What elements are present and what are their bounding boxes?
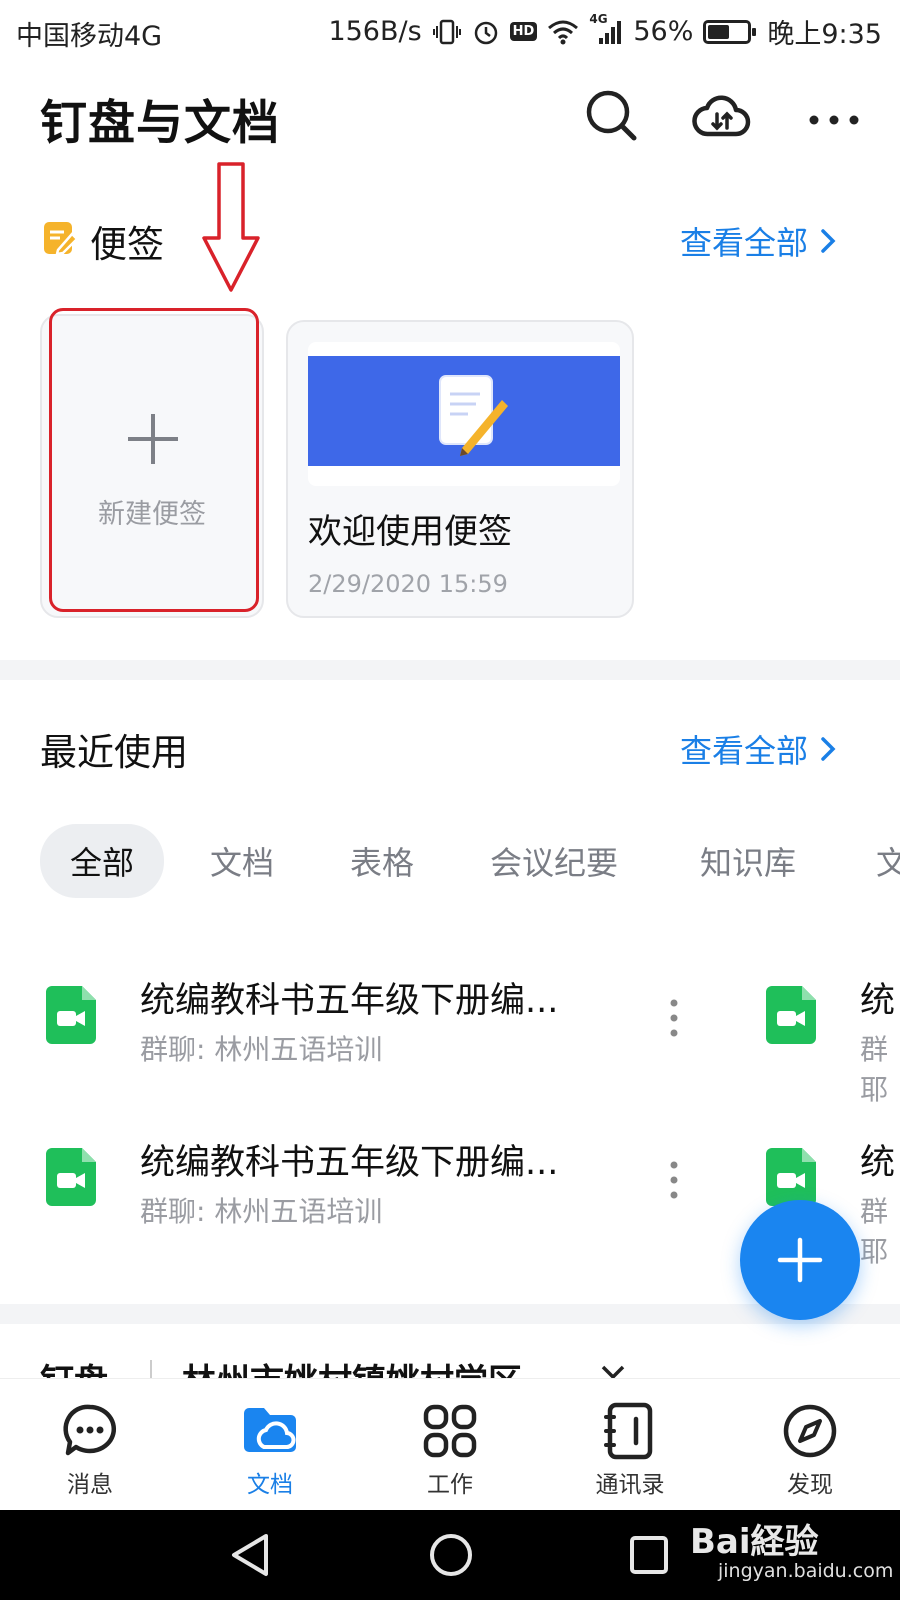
nav-item-messages[interactable]: 消息 xyxy=(0,1379,180,1511)
hd-badge: HD xyxy=(509,22,538,41)
video-doc-icon xyxy=(46,1148,96,1206)
peek-doc-subtitle: 群耶 xyxy=(860,1033,889,1106)
network-speed: 156B/s xyxy=(328,16,422,47)
nav-label: 发现 xyxy=(787,1472,833,1498)
plus-icon xyxy=(777,1237,823,1283)
signal-icon: 4G xyxy=(589,12,623,46)
nav-item-contacts[interactable]: 通讯录 xyxy=(540,1379,720,1511)
item-more-icon[interactable] xyxy=(670,998,678,1038)
drive-label: 钉盘 xyxy=(40,1354,108,1378)
video-doc-icon xyxy=(766,986,816,1044)
recent-see-all-label: 查看全部 xyxy=(680,732,809,770)
vibrate-icon xyxy=(432,19,461,44)
tab-meeting-notes[interactable]: 会议纪要 xyxy=(490,838,618,884)
chevron-right-icon xyxy=(821,737,836,761)
note-thumbnail xyxy=(308,342,620,486)
nav-label: 消息 xyxy=(67,1472,113,1498)
note-date: 2/29/2020 15:59 xyxy=(308,570,508,598)
nav-item-work[interactable]: 工作 xyxy=(360,1379,540,1511)
list-item[interactable]: 统编教科书五年级下册编... 群聊: 林州五语培训 统 群耶 xyxy=(0,950,900,1106)
search-icon[interactable] xyxy=(582,86,642,146)
peek-doc-subtitle: 群耶 xyxy=(860,1195,889,1268)
cloud-transfer-icon[interactable] xyxy=(692,86,752,146)
nav-label: 工作 xyxy=(427,1472,473,1498)
drive-header[interactable]: 钉盘 林州市姚村镇姚村学区 xyxy=(0,1324,900,1378)
grid-icon xyxy=(423,1404,477,1458)
doc-subtitle: 群聊: 林州五语培训 xyxy=(140,1195,383,1228)
clock: 晚上9:35 xyxy=(767,19,882,50)
doc-title: 统编教科书五年级下册编... xyxy=(140,981,559,1021)
battery-percent: 56% xyxy=(633,16,694,47)
back-icon[interactable] xyxy=(228,1532,272,1578)
video-doc-icon xyxy=(46,986,96,1044)
doc-title: 统编教科书五年级下册编... xyxy=(140,1143,559,1183)
annotation-highlight-box xyxy=(49,308,259,612)
tab-all[interactable]: 全部 xyxy=(40,824,165,898)
recents-icon[interactable] xyxy=(628,1534,670,1576)
annotation-arrow-icon xyxy=(202,162,260,292)
tab-more[interactable]: 文 xyxy=(876,838,900,884)
tab-knowledge-base[interactable]: 知识库 xyxy=(700,838,796,884)
peek-doc-title: 统 xyxy=(860,981,896,1021)
status-right-group: 156B/s HD 4G 56% 晚上9:35 xyxy=(328,12,882,51)
home-icon[interactable] xyxy=(428,1532,474,1578)
bottom-nav: 消息 文档 工作 通讯录 发现 xyxy=(0,1378,900,1511)
notes-section-label: 便签 xyxy=(90,223,164,266)
message-icon xyxy=(63,1404,116,1456)
notes-see-all-link[interactable]: 查看全部 xyxy=(680,218,836,264)
item-more-icon[interactable] xyxy=(670,1160,678,1200)
create-fab[interactable] xyxy=(740,1200,860,1320)
section-divider xyxy=(0,660,900,680)
wifi-icon xyxy=(548,20,579,44)
battery-icon xyxy=(703,19,757,44)
document-pen-icon xyxy=(439,375,508,456)
note-title: 欢迎使用便签 xyxy=(308,512,512,552)
tab-docs[interactable]: 文档 xyxy=(210,838,274,884)
notes-see-all-label: 查看全部 xyxy=(680,224,809,262)
peek-doc-title: 统 xyxy=(860,1143,896,1183)
carrier-text: 中国移动4G xyxy=(16,21,163,52)
chevron-right-icon xyxy=(821,229,836,253)
recent-section-label: 最近使用 xyxy=(40,731,188,774)
note-icon xyxy=(44,222,78,256)
tab-sheets[interactable]: 表格 xyxy=(350,838,414,884)
watermark-url: jingyan.baidu.com xyxy=(718,1560,894,1582)
nav-item-discover[interactable]: 发现 xyxy=(720,1379,900,1511)
chevron-down-icon xyxy=(601,1365,625,1378)
folder-icon xyxy=(244,1408,296,1452)
recent-see-all-link[interactable]: 查看全部 xyxy=(680,726,836,772)
nav-item-docs[interactable]: 文档 xyxy=(180,1379,360,1511)
status-bar: 中国移动4G 156B/s HD 4G 56% 晚上9:35 xyxy=(0,0,900,62)
doc-subtitle: 群聊: 林州五语培训 xyxy=(140,1033,383,1066)
note-card[interactable]: 欢迎使用便签 2/29/2020 15:59 xyxy=(286,320,634,618)
contacts-icon xyxy=(604,1402,653,1460)
page-title: 钉盘与文档 xyxy=(40,96,280,151)
system-nav-bar: Bai経验 jingyan.baidu.com xyxy=(0,1510,900,1600)
compass-icon xyxy=(783,1404,837,1458)
more-icon[interactable] xyxy=(804,86,864,146)
nav-label: 通讯录 xyxy=(595,1472,665,1498)
battery-fill xyxy=(708,24,730,39)
watermark-text: Bai経验 xyxy=(690,1522,819,1562)
alarm-icon xyxy=(474,21,497,44)
drive-separator xyxy=(150,1360,152,1378)
drive-org-name: 林州市姚村镇姚村学区 xyxy=(182,1354,522,1378)
video-doc-icon xyxy=(766,1148,816,1206)
nav-label: 文档 xyxy=(247,1472,293,1498)
